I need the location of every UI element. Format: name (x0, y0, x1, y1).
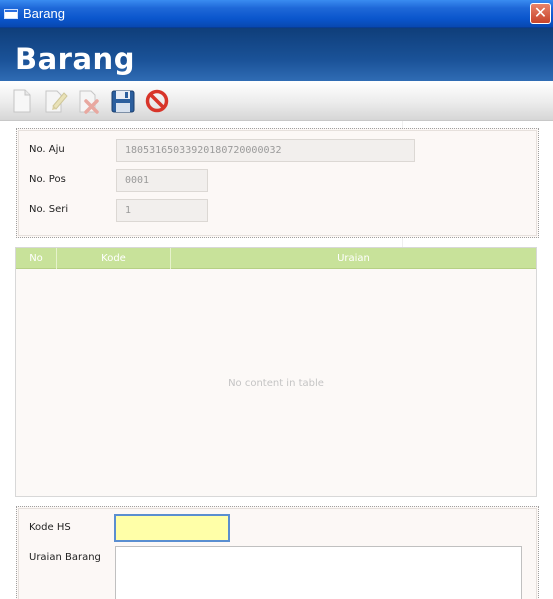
no-seri-label: No. Seri (29, 204, 69, 215)
new-button[interactable] (9, 87, 35, 115)
edit-icon (45, 90, 68, 113)
window-icon (4, 9, 18, 19)
page-header: Barang (0, 28, 553, 81)
no-pos-field[interactable]: 0001 (116, 169, 208, 192)
no-aju-field[interactable]: 18053165033920180720000032 (116, 139, 415, 162)
page-title: Barang (15, 42, 135, 76)
kode-hs-input[interactable] (114, 514, 230, 542)
uraian-barang-textarea[interactable] (115, 546, 522, 599)
main-content: No. Aju 18053165033920180720000032 No. P… (0, 121, 553, 599)
save-button[interactable] (110, 87, 136, 115)
info-panel: No. Aju 18053165033920180720000032 No. P… (16, 128, 539, 238)
edit-button[interactable] (42, 87, 68, 115)
no-seri-field[interactable]: 1 (116, 199, 208, 222)
items-table[interactable]: No Kode Uraian No content in table (15, 247, 537, 497)
toolbar (0, 81, 553, 121)
cancel-button[interactable] (144, 87, 170, 115)
column-header-no[interactable]: No (16, 248, 57, 269)
no-aju-label: No. Aju (29, 144, 65, 155)
window-title: Barang (23, 6, 65, 21)
uraian-barang-label: Uraian Barang (29, 552, 101, 563)
close-button[interactable]: ✕ (530, 3, 551, 24)
new-icon (13, 89, 31, 113)
save-icon (111, 90, 135, 113)
delete-button[interactable] (76, 87, 102, 115)
column-header-kode[interactable]: Kode (57, 248, 171, 269)
column-header-uraian[interactable]: Uraian (171, 248, 536, 269)
table-header: No Kode Uraian (16, 248, 536, 269)
delete-icon (79, 90, 99, 114)
empty-table-message: No content in table (228, 378, 324, 389)
window-titlebar: Barang ✕ (0, 0, 553, 28)
kode-hs-label: Kode HS (29, 522, 71, 533)
cancel-icon (145, 89, 169, 113)
no-pos-label: No. Pos (29, 174, 66, 185)
